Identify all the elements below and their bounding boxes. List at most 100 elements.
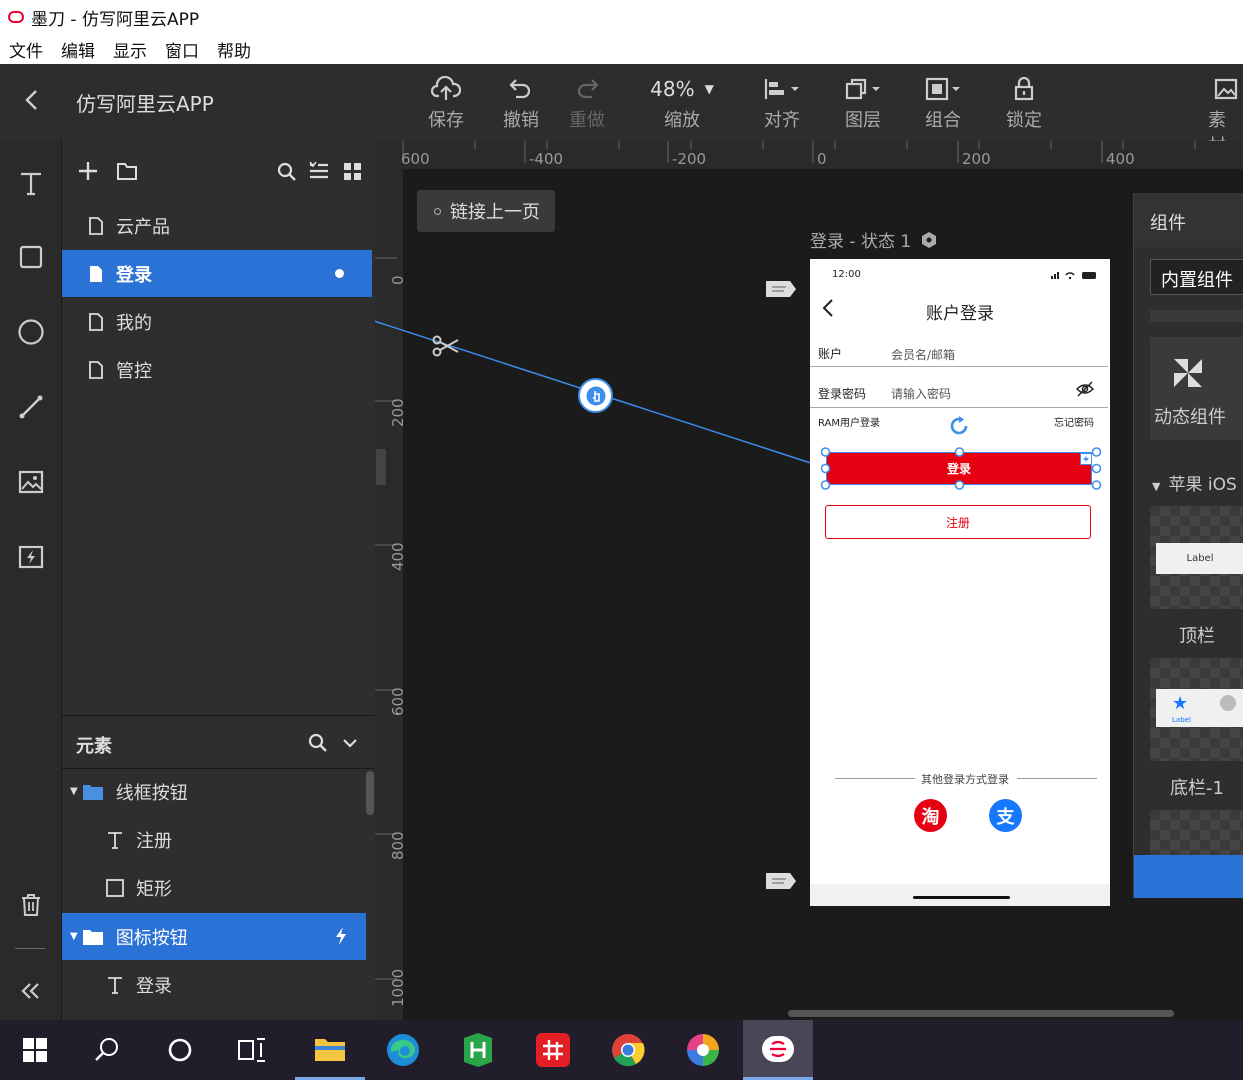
alipay-login-icon[interactable]: 支 <box>989 799 1022 832</box>
rectangle-type-icon <box>106 878 124 897</box>
chrome-icon[interactable] <box>593 1020 663 1080</box>
status-time: 12:00 <box>832 269 861 280</box>
rail-divider <box>15 948 45 949</box>
text-type-icon <box>106 831 124 849</box>
caret-down-icon: ▼ <box>70 786 78 797</box>
text-type-icon <box>106 976 124 994</box>
menu-view[interactable]: 显示 <box>113 37 147 62</box>
search-icon[interactable] <box>277 162 297 182</box>
ios-section-header[interactable]: ▼ 苹果 iOS <box>1152 470 1237 495</box>
search-icon[interactable] <box>308 733 328 753</box>
dynamic-component-card[interactable]: 动态组件 <box>1150 337 1243 440</box>
components-action-button[interactable] <box>1134 855 1243 898</box>
image-icon <box>1196 72 1243 106</box>
line-tool-icon[interactable] <box>15 391 47 423</box>
search-icon[interactable] <box>72 1020 142 1080</box>
folder-icon <box>82 783 104 801</box>
save-button[interactable]: 保存 <box>411 72 481 132</box>
taobao-login-icon[interactable]: 淘 <box>914 799 947 832</box>
back-icon[interactable] <box>22 88 42 112</box>
current-page-dot <box>335 269 344 278</box>
align-button[interactable]: 对齐 <box>747 72 817 132</box>
divider <box>1017 778 1097 779</box>
account-input[interactable]: 会员名/邮箱 <box>891 346 955 363</box>
dynamic-component-icon[interactable] <box>15 541 47 573</box>
color-picker-app-icon[interactable] <box>668 1020 738 1080</box>
text-tool-icon[interactable] <box>15 167 47 199</box>
redo-button[interactable]: 重做 <box>552 72 622 132</box>
menu-help[interactable]: 帮助 <box>217 37 251 62</box>
ruler-tick-label: 1000 <box>389 968 407 1007</box>
bottombar-preview-label: Label <box>1172 716 1191 724</box>
add-page-icon[interactable] <box>78 161 98 181</box>
canvas-horizontal-scrollbar[interactable] <box>788 1010 1174 1017</box>
phone-artboard[interactable]: 12:00 账户登录 账户 会员名/邮箱 登录密码 请输入密码 RAM用户登录 … <box>810 259 1110 906</box>
divider <box>835 778 915 779</box>
circle-icon <box>1220 695 1236 711</box>
account-label: 账户 <box>818 347 843 361</box>
element-folder[interactable]: ▼ 线框按钮 <box>62 768 366 815</box>
interaction-link-line[interactable] <box>375 141 1243 541</box>
task-view-icon[interactable] <box>217 1020 287 1080</box>
hbuilder-icon[interactable] <box>443 1020 513 1080</box>
menu-file[interactable]: 文件 <box>9 37 43 62</box>
phone-title: 账户登录 <box>926 304 994 324</box>
component-card-partial[interactable] <box>1150 310 1243 322</box>
password-input[interactable]: 请输入密码 <box>891 385 951 402</box>
element-item[interactable]: 注册 <box>62 816 366 863</box>
selection-handles[interactable] <box>820 445 1102 492</box>
canvas[interactable]: 600 -400 -200 0 200 400 0 200 400 600 80… <box>375 141 1243 1020</box>
image-tool-icon[interactable] <box>15 466 47 498</box>
page-item[interactable]: 管控 <box>62 346 372 393</box>
rectangle-tool-icon[interactable] <box>15 241 47 273</box>
bottombar-preview: ★ Label <box>1156 689 1243 727</box>
builtin-components-tab[interactable]: 内置组件 <box>1150 259 1243 295</box>
page-item[interactable]: 云产品 <box>62 202 372 249</box>
grid-view-icon[interactable] <box>343 162 363 182</box>
refresh-icon[interactable] <box>948 415 970 437</box>
group-icon <box>908 72 978 106</box>
folder-add-icon[interactable] <box>116 161 138 181</box>
bottombar-component-card[interactable]: ★ Label <box>1150 658 1243 761</box>
taskbar <box>0 1020 1243 1080</box>
modao-app-icon[interactable] <box>743 1020 813 1080</box>
collapse-panel-icon[interactable] <box>15 975 47 1007</box>
touch-interaction-icon[interactable] <box>578 378 613 413</box>
forgot-password-link[interactable]: 忘记密码 <box>1054 414 1094 429</box>
topbar-component-card[interactable]: Label <box>1150 506 1243 609</box>
element-item[interactable]: 登录 <box>62 961 366 1008</box>
page-item[interactable]: 我的 <box>62 298 372 345</box>
register-button[interactable]: 注册 <box>825 505 1091 539</box>
undo-button[interactable]: 撤销 <box>486 72 556 132</box>
page-item-active[interactable]: 登录 <box>62 250 372 297</box>
collapse-all-icon[interactable] <box>308 161 330 181</box>
menu-edit[interactable]: 编辑 <box>61 37 95 62</box>
edge-browser-icon[interactable] <box>368 1020 438 1080</box>
youdao-icon[interactable] <box>518 1020 588 1080</box>
ram-login-link[interactable]: RAM用户登录 <box>818 414 880 429</box>
zoom-control[interactable]: 48% ▼ 缩放 <box>642 72 722 132</box>
page-file-icon <box>88 312 104 331</box>
trash-icon[interactable] <box>15 889 47 921</box>
windows-start-icon[interactable] <box>0 1020 70 1080</box>
lock-button[interactable]: 锁定 <box>989 72 1059 132</box>
eye-off-icon[interactable] <box>1075 381 1095 397</box>
component-card-partial[interactable] <box>1150 810 1243 855</box>
file-explorer-icon[interactable] <box>295 1020 365 1080</box>
menu-window[interactable]: 窗口 <box>165 37 199 62</box>
element-folder-active[interactable]: ▼ 图标按钮 <box>62 913 366 960</box>
element-item[interactable]: 矩形 <box>62 864 366 911</box>
cortana-icon[interactable] <box>145 1020 215 1080</box>
circle-tool-icon[interactable] <box>15 316 47 348</box>
elements-scrollbar[interactable] <box>366 771 374 815</box>
layer-button[interactable]: 图层 <box>828 72 898 132</box>
scissors-icon[interactable] <box>432 334 460 358</box>
other-login-label: 其他登录方式登录 <box>921 773 1009 786</box>
ruler-tick-label: 400 <box>389 542 407 571</box>
group-button[interactable]: 组合 <box>908 72 978 132</box>
page-tag-marker[interactable] <box>764 871 798 891</box>
redo-label: 重做 <box>569 110 605 131</box>
chevron-down-icon[interactable] <box>342 736 358 750</box>
window-title: 墨刀 - 仿写阿里云APP <box>31 9 200 30</box>
page-file-icon <box>88 265 104 283</box>
